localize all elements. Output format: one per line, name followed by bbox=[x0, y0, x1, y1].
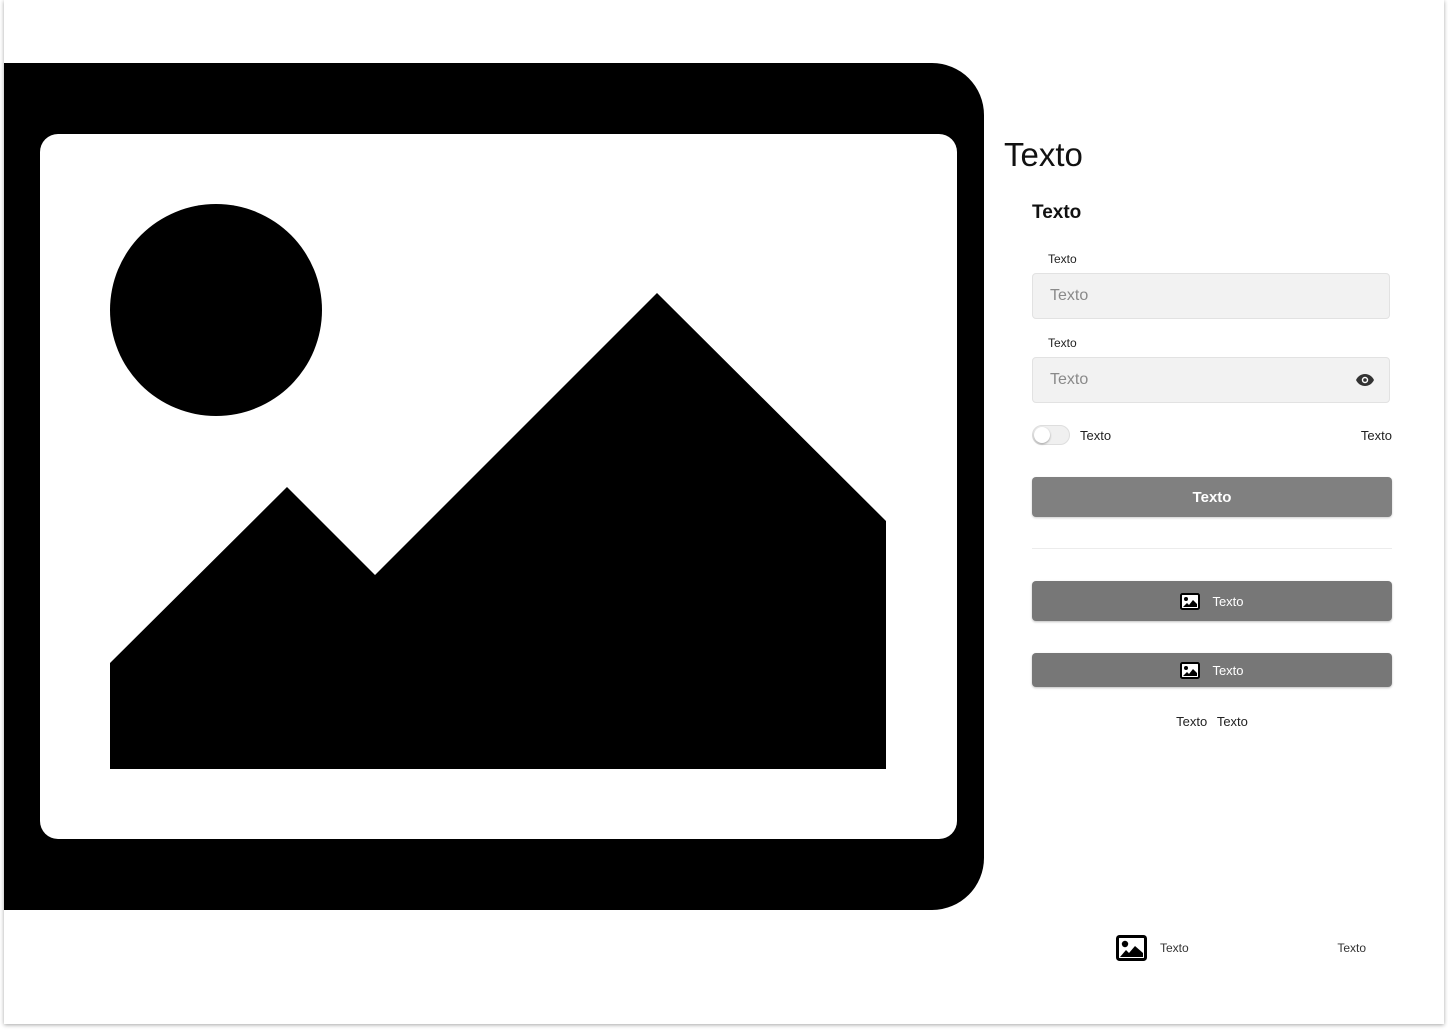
password-input[interactable] bbox=[1048, 370, 1356, 390]
toggle-right-link[interactable]: Texto bbox=[1361, 428, 1392, 443]
toggle-switch[interactable] bbox=[1032, 425, 1070, 445]
text-input-1[interactable] bbox=[1048, 286, 1374, 306]
toggle-row: Texto Texto bbox=[1032, 424, 1392, 446]
field-label-2: Texto bbox=[1048, 336, 1077, 350]
icon-button-2[interactable]: Texto bbox=[1032, 653, 1392, 687]
form-panel: Texto Texto Texto Texto Texto Texto Text… bbox=[1004, 0, 1444, 1024]
icon-button-2-label: Texto bbox=[1212, 662, 1244, 678]
image-icon bbox=[1180, 592, 1201, 610]
form-subtitle: Texto bbox=[1032, 202, 1082, 223]
image-icon bbox=[1116, 935, 1147, 961]
footer-text: Texto bbox=[1160, 941, 1189, 955]
page-title: Texto bbox=[1004, 136, 1083, 173]
link-2[interactable]: Texto bbox=[1217, 714, 1248, 729]
hero-image bbox=[4, 63, 985, 910]
toggle-knob bbox=[1034, 427, 1050, 443]
primary-button[interactable]: Texto bbox=[1032, 477, 1392, 517]
page-frame: Texto Texto Texto Texto Texto Texto Text… bbox=[4, 0, 1444, 1024]
image-placeholder-icon bbox=[4, 63, 984, 910]
icon-button-1-label: Texto bbox=[1212, 593, 1244, 609]
footer: Texto Texto bbox=[1116, 934, 1366, 962]
text-field-1[interactable] bbox=[1032, 273, 1390, 319]
footer-right-link[interactable]: Texto bbox=[1337, 941, 1366, 955]
password-field[interactable] bbox=[1032, 357, 1390, 403]
eye-icon[interactable] bbox=[1356, 371, 1374, 389]
toggle-label: Texto bbox=[1080, 427, 1112, 443]
divider bbox=[1032, 548, 1392, 549]
field-label-1: Texto bbox=[1048, 252, 1077, 266]
icon-button-1[interactable]: Texto bbox=[1032, 581, 1392, 621]
link-1[interactable]: Texto bbox=[1176, 714, 1207, 729]
image-icon bbox=[1180, 661, 1201, 679]
link-row: Texto Texto bbox=[1032, 714, 1392, 729]
